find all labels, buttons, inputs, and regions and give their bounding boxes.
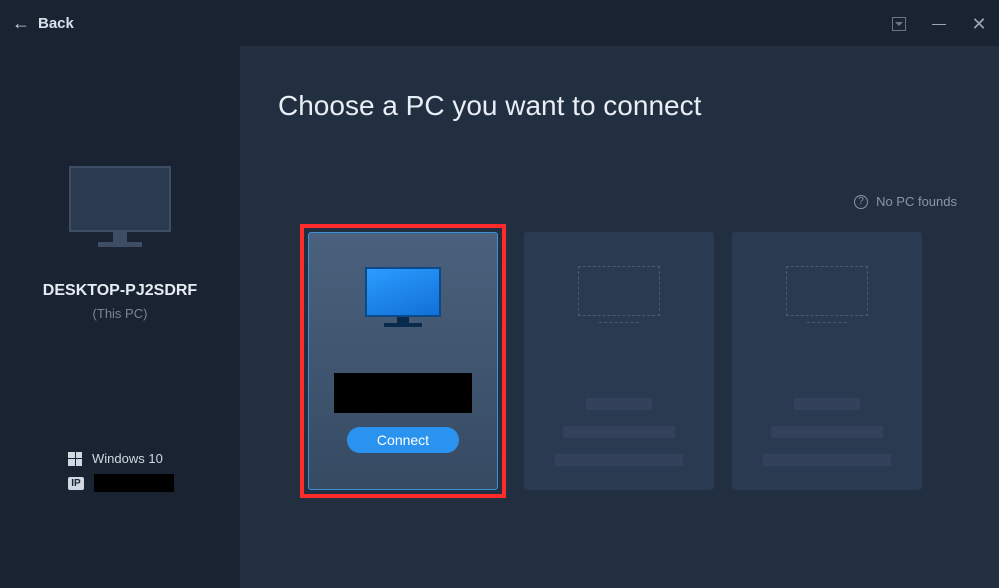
placeholder-line — [771, 426, 883, 438]
help-text: No PC founds — [876, 194, 957, 209]
back-button[interactable]: ← Back — [12, 13, 74, 34]
monitor-placeholder-icon — [578, 266, 660, 326]
this-pc-monitor-icon — [69, 166, 171, 250]
ip-row: IP — [68, 474, 174, 492]
minimize-icon — [932, 24, 946, 25]
pc-card-highlight: Connect — [300, 224, 506, 498]
close-button[interactable]: ✕ — [969, 14, 989, 34]
os-label: Windows 10 — [92, 451, 163, 466]
back-arrow-icon: ← — [12, 13, 30, 34]
no-pc-founds-link[interactable]: ? No PC founds — [854, 194, 957, 209]
this-pc-note: (This PC) — [93, 306, 148, 321]
pc-card-available[interactable]: Connect — [308, 232, 498, 490]
monitor-placeholder-icon — [786, 266, 868, 326]
monitor-icon — [365, 267, 441, 329]
window-controls: ✕ — [889, 14, 989, 34]
placeholder-line — [555, 454, 683, 466]
windows-icon — [68, 452, 82, 466]
this-pc-name: DESKTOP-PJ2SDRF — [43, 282, 197, 300]
placeholder-line — [763, 454, 891, 466]
close-icon: ✕ — [971, 15, 986, 33]
sidebar-footer: Windows 10 IP — [68, 451, 174, 500]
pc-card-name-redacted — [334, 373, 472, 413]
page-title: Choose a PC you want to connect — [278, 90, 961, 122]
connect-button[interactable]: Connect — [347, 427, 459, 453]
help-icon: ? — [854, 195, 868, 209]
pc-card-list: Connect — [308, 232, 961, 498]
placeholder-line — [563, 426, 675, 438]
os-row: Windows 10 — [68, 451, 174, 466]
placeholder-line — [586, 398, 652, 410]
pc-card-placeholder — [524, 232, 714, 490]
sidebar: DESKTOP-PJ2SDRF (This PC) Windows 10 IP — [0, 46, 240, 588]
placeholder-line — [794, 398, 860, 410]
ip-value-redacted — [94, 474, 174, 492]
ip-badge-icon: IP — [68, 477, 84, 490]
back-label: Back — [38, 15, 74, 32]
titlebar: ← Back ✕ — [0, 0, 999, 46]
main-area: DESKTOP-PJ2SDRF (This PC) Windows 10 IP … — [0, 46, 999, 588]
content-panel: Choose a PC you want to connect ? No PC … — [240, 46, 999, 588]
pc-card-placeholder — [732, 232, 922, 490]
dropdown-button[interactable] — [889, 14, 909, 34]
dropdown-icon — [892, 17, 906, 31]
minimize-button[interactable] — [929, 14, 949, 34]
